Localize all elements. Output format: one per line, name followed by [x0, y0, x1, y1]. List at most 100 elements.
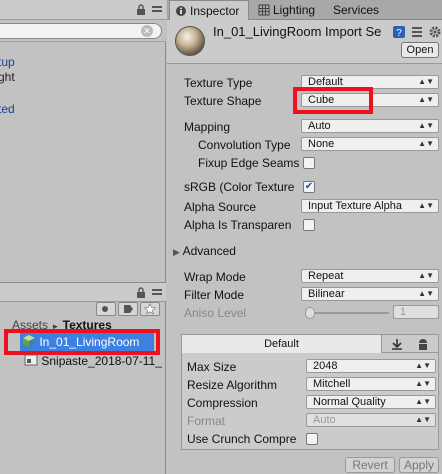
dropdown-arrow-icon: ▲▼	[418, 289, 434, 298]
format-label: Format	[187, 414, 226, 428]
texture-icon	[24, 354, 38, 366]
tab-services[interactable]: Services	[317, 0, 387, 20]
foldout-arrow-icon: ▶	[173, 247, 180, 257]
aniso-level-label: Aniso Level	[184, 306, 247, 320]
dropdown-arrow-icon: ▲▼	[418, 271, 434, 280]
page-title: In_01_LivingRoom Import Se	[213, 24, 382, 39]
menu-icon[interactable]	[152, 5, 162, 15]
fixup-edge-seams-checkbox[interactable]	[303, 157, 315, 169]
hierarchy-item[interactable]: ght	[0, 69, 15, 85]
tab-label: Lighting	[273, 3, 316, 17]
aniso-level-slider-thumb[interactable]	[305, 307, 315, 319]
hierarchy-search-strip: ✕	[0, 20, 166, 42]
resize-algorithm-dropdown[interactable]: Mitchell ▲▼	[306, 377, 436, 391]
filter-label-button[interactable]	[118, 302, 138, 316]
download-icon[interactable]	[386, 337, 408, 351]
asset-item-selected[interactable]: In_01_LivingRoom	[20, 333, 154, 351]
lock-icon[interactable]	[136, 287, 146, 298]
hierarchy-item[interactable]: tup	[0, 54, 15, 70]
inspector-header: In_01_LivingRoom Import Se ? Open	[167, 20, 442, 64]
gear-icon[interactable]	[429, 26, 441, 38]
hierarchy-search-input[interactable]: ✕	[0, 23, 162, 39]
favorite-button[interactable]	[140, 302, 160, 316]
tab-label: Inspector	[190, 4, 240, 18]
dropdown-value: Mitchell	[313, 378, 351, 390]
dropdown-arrow-icon: ▲▼	[415, 415, 431, 424]
dropdown-value: Input Texture Alpha	[308, 200, 402, 212]
mapping-dropdown[interactable]: Auto ▲▼	[301, 119, 439, 133]
fixup-edge-seams-label: Fixup Edge Seams	[198, 156, 300, 170]
texture-shape-label: Texture Shape	[184, 94, 262, 108]
asset-item[interactable]: Snipaste_2018-07-11_	[24, 352, 166, 370]
cubemap-icon	[23, 335, 35, 347]
android-icon[interactable]	[412, 337, 434, 351]
alpha-source-dropdown[interactable]: Input Texture Alpha ▲▼	[301, 199, 439, 213]
foldout-label: Advanced	[182, 244, 236, 258]
open-button[interactable]: Open	[401, 42, 439, 58]
dropdown-arrow-icon: ▲▼	[418, 121, 434, 130]
highlight-box	[293, 87, 373, 114]
filter-icon	[102, 306, 108, 312]
wrap-mode-label: Wrap Mode	[184, 270, 246, 284]
convolution-type-dropdown[interactable]: None ▲▼	[301, 137, 439, 151]
max-size-dropdown[interactable]: 2048 ▲▼	[306, 359, 436, 373]
clear-search-icon[interactable]: ✕	[141, 25, 153, 37]
dropdown-arrow-icon: ▲▼	[418, 77, 434, 86]
use-crunch-label: Use Crunch Compre	[187, 432, 297, 446]
platform-tab-default[interactable]: Default	[182, 335, 382, 353]
use-crunch-checkbox[interactable]	[306, 433, 318, 445]
srgb-label: sRGB (Color Texture	[184, 180, 295, 194]
menu-icon[interactable]	[152, 288, 162, 298]
dropdown-arrow-icon: ▲▼	[415, 361, 431, 370]
resize-algorithm-label: Resize Algorithm	[187, 378, 278, 392]
hierarchy-toolbar	[0, 0, 166, 20]
left-panels: ✕ tup ght ted Assets ► Textures In_01_Li…	[0, 0, 166, 474]
dropdown-arrow-icon: ▲▼	[415, 379, 431, 388]
grid-icon	[258, 4, 270, 16]
compression-label: Compression	[187, 396, 258, 410]
preset-icon[interactable]	[411, 26, 423, 38]
convolution-type-label: Convolution Type	[198, 138, 291, 152]
dropdown-value: Auto	[308, 120, 331, 132]
mapping-label: Mapping	[184, 120, 231, 134]
dropdown-value: Normal Quality	[313, 396, 386, 408]
tab-lighting[interactable]: Lighting	[253, 0, 323, 20]
dropdown-arrow-icon: ▲▼	[418, 139, 434, 148]
revert-button[interactable]: Revert	[345, 457, 395, 473]
tab-label: Services	[333, 3, 380, 17]
aniso-level-slider-track[interactable]	[305, 312, 389, 314]
dropdown-value: 2048	[313, 360, 338, 372]
tab-bar: Inspector Lighting Services	[167, 0, 442, 20]
wrap-mode-dropdown[interactable]: Repeat ▲▼	[301, 269, 439, 283]
star-icon	[144, 303, 156, 315]
inspector-panel: Inspector Lighting Services In_01_Living…	[167, 0, 442, 474]
advanced-foldout[interactable]: ▶ Advanced	[173, 244, 236, 258]
srgb-checkbox[interactable]: ✔	[303, 181, 315, 193]
filter-type-button[interactable]	[96, 302, 116, 316]
tab-inspector[interactable]: Inspector	[169, 0, 249, 20]
info-icon	[176, 6, 186, 16]
tag-icon	[124, 305, 133, 313]
project-toolbar	[0, 302, 166, 316]
dropdown-arrow-icon: ▲▼	[418, 95, 434, 104]
dropdown-arrow-icon: ▲▼	[415, 397, 431, 406]
apply-button[interactable]: Apply	[399, 457, 439, 473]
help-icon[interactable]: ?	[393, 26, 405, 38]
filter-mode-label: Filter Mode	[184, 288, 245, 302]
format-dropdown: Auto ▲▼	[306, 413, 436, 427]
svg-text:?: ?	[396, 28, 402, 38]
project-tab-strip	[0, 282, 166, 302]
alpha-is-transparency-checkbox[interactable]	[303, 219, 315, 231]
aniso-level-field[interactable]: 1	[393, 305, 439, 319]
filter-mode-dropdown[interactable]: Bilinear ▲▼	[301, 287, 439, 301]
compression-dropdown[interactable]: Normal Quality ▲▼	[306, 395, 436, 409]
cubemap-preview-thumbnail	[175, 26, 205, 56]
hierarchy-item[interactable]: ted	[0, 101, 15, 117]
asset-name: Snipaste_2018-07-11_	[41, 354, 162, 368]
dropdown-value: None	[308, 138, 335, 150]
max-size-label: Max Size	[187, 360, 237, 374]
lock-icon[interactable]	[136, 4, 146, 15]
dropdown-value: Auto	[313, 414, 336, 426]
dropdown-value: Repeat	[308, 270, 344, 282]
dropdown-value: Bilinear	[308, 288, 345, 300]
